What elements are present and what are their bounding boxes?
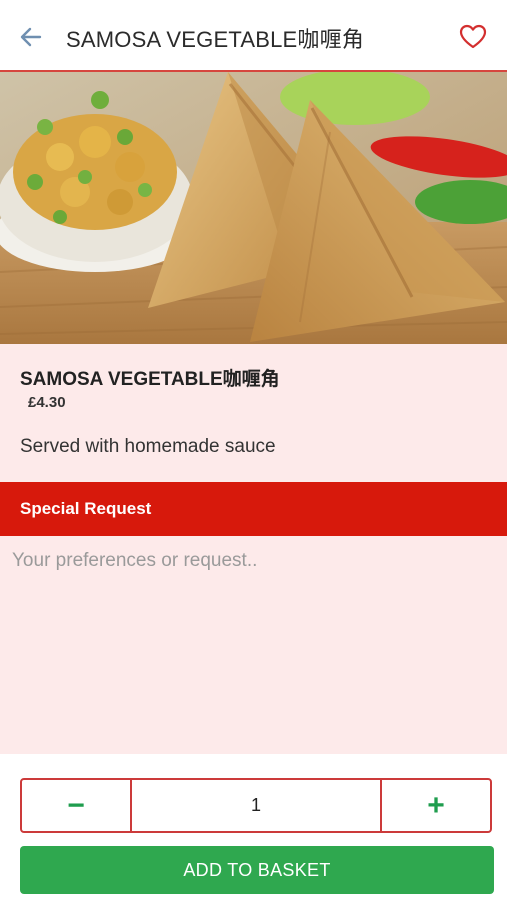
- special-request-header: Special Request: [0, 482, 507, 536]
- favorite-button[interactable]: [456, 20, 490, 54]
- item-details: SAMOSA VEGETABLE咖喱角 £4.30 Served with ho…: [0, 344, 507, 482]
- heart-outline-icon: [459, 24, 487, 49]
- item-description: Served with homemade sauce: [20, 436, 276, 457]
- item-price: £4.30: [28, 394, 66, 411]
- samosa-image: [0, 72, 507, 344]
- page-title: SAMOSA VEGETABLE咖喱角: [66, 27, 365, 52]
- quantity-stepper: − 1 +: [20, 778, 492, 833]
- back-button[interactable]: [14, 20, 48, 54]
- special-request-input[interactable]: [0, 536, 507, 754]
- add-to-basket-button[interactable]: ADD TO BASKET: [20, 846, 494, 894]
- special-request-title: Special Request: [20, 499, 152, 518]
- app-header: SAMOSA VEGETABLE咖喱角: [0, 0, 507, 72]
- increment-button[interactable]: +: [380, 780, 490, 831]
- item-name: SAMOSA VEGETABLE咖喱角: [20, 369, 280, 390]
- decrement-button[interactable]: −: [22, 780, 132, 831]
- back-arrow-icon: [20, 27, 42, 47]
- item-photo: [0, 72, 507, 344]
- quantity-value[interactable]: 1: [132, 780, 380, 831]
